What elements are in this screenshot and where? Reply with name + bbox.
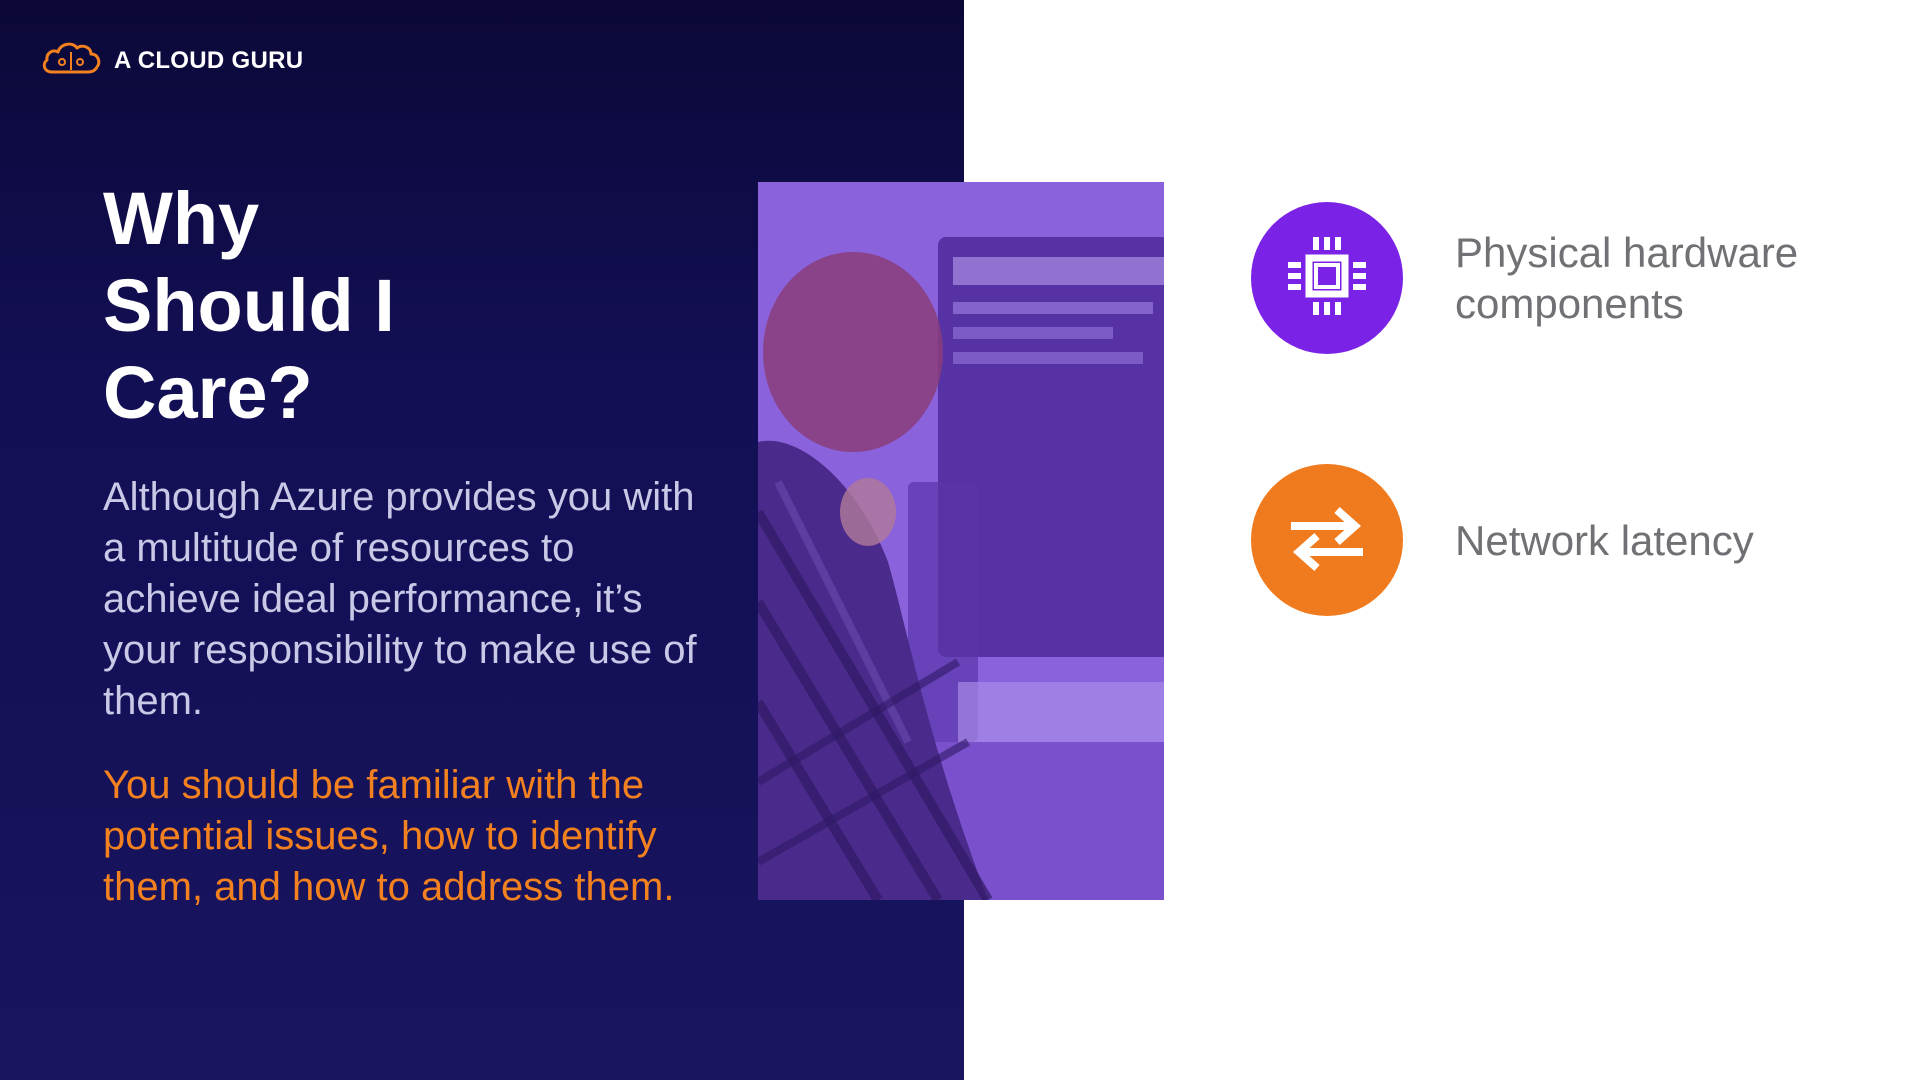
slide-title: Why Should I Care? bbox=[103, 175, 603, 436]
hardware-item: Physical hardware components bbox=[1251, 202, 1875, 354]
title-line-3: Care? bbox=[103, 351, 313, 434]
network-icon-circle bbox=[1251, 464, 1403, 616]
cpu-chip-icon bbox=[1282, 231, 1372, 326]
title-line-1: Why bbox=[103, 177, 260, 260]
network-item: Network latency bbox=[1251, 464, 1875, 616]
slide-highlight-text: You should be familiar with the potentia… bbox=[103, 763, 675, 909]
slide-body-text: Although Azure provides you with a multi… bbox=[103, 475, 697, 723]
person-at-computer-photo bbox=[758, 182, 1164, 900]
transfer-arrows-icon bbox=[1285, 496, 1369, 585]
cloud-icon bbox=[40, 38, 102, 83]
hardware-label: Physical hardware components bbox=[1455, 229, 1799, 327]
brand-logo: A CLOUD GURU bbox=[40, 38, 303, 83]
hardware-icon-circle bbox=[1251, 202, 1403, 354]
title-line-2: Should I bbox=[103, 264, 395, 347]
brand-name: A CLOUD GURU bbox=[114, 46, 304, 74]
network-label: Network latency bbox=[1455, 516, 1754, 564]
